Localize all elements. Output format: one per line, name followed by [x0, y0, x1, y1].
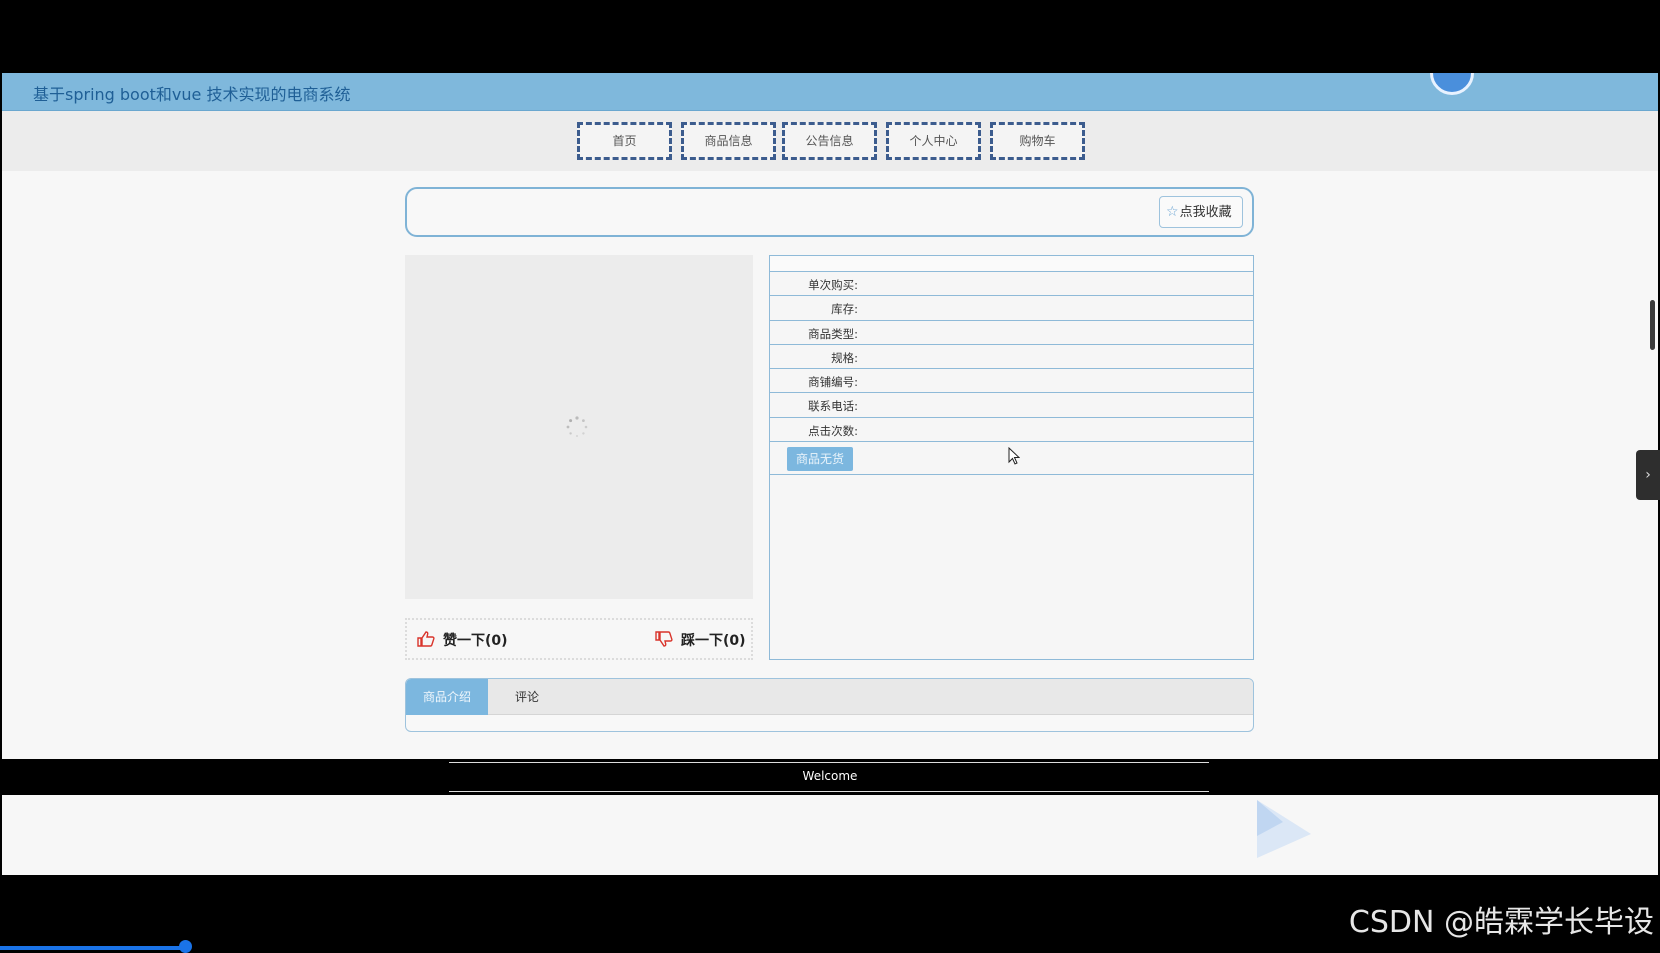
play-logo-icon [1257, 800, 1311, 858]
info-row-stock: 库存: [770, 296, 1253, 321]
field-label: 联系电话: [808, 399, 858, 414]
watermark: CSDN @皓霖学长毕设 [1348, 905, 1654, 940]
like-label: 赞一下(0) [443, 633, 508, 649]
footer-text: Welcome [802, 769, 858, 783]
info-row-purchase-limit: 单次购买: [770, 272, 1253, 297]
field-label: 商品类型: [808, 326, 858, 341]
field-label: 规格: [831, 350, 858, 365]
product-title-bar: ☆点我收藏 [405, 187, 1254, 237]
favorite-button[interactable]: ☆点我收藏 [1159, 196, 1243, 228]
product-image [405, 255, 753, 599]
field-label: 单次购买: [808, 278, 858, 292]
field-label: 库存: [831, 302, 858, 317]
nav-item-personal-center[interactable]: 个人中心 [886, 122, 981, 160]
info-table-header [770, 256, 1253, 272]
info-row-type: 商品类型: [770, 321, 1253, 345]
thumbs-up-icon [417, 631, 435, 647]
star-icon: ☆ [1166, 204, 1179, 220]
field-label: 商铺编号: [808, 375, 858, 390]
mouse-cursor-icon [1008, 447, 1020, 465]
like-button[interactable]: 赞一下(0) [417, 630, 508, 650]
top-header: 基于spring boot和vue 技术实现的电商系统 [2, 73, 1658, 111]
user-avatar[interactable] [1430, 73, 1474, 95]
app-window: 基于spring boot和vue 技术实现的电商系统 首页 商品信息 公告信息… [2, 73, 1658, 875]
loading-spinner-icon [566, 416, 588, 438]
thumbs-down-icon [655, 631, 673, 647]
nav-item-cart[interactable]: 购物车 [990, 122, 1085, 160]
video-progress-knob[interactable] [179, 940, 192, 953]
field-label: 点击次数: [808, 423, 858, 438]
product-info-table: 单次购买: 库存: 商品类型: 规格: 商铺编号: 联系电话: 点击次数: 商品… [769, 255, 1254, 660]
site-title: 基于spring boot和vue 技术实现的电商系统 [33, 85, 351, 104]
vote-panel: 赞一下(0) 踩一下(0) [405, 618, 753, 660]
info-row-clicks: 点击次数: [770, 418, 1253, 443]
nav-item-home[interactable]: 首页 [577, 122, 672, 160]
tab-product-intro[interactable]: 商品介绍 [406, 679, 488, 715]
favorite-label: 点我收藏 [1179, 205, 1232, 220]
tab-comments[interactable]: 评论 [502, 679, 552, 715]
detail-tabs: 商品介绍 评论 [405, 678, 1254, 732]
dislike-button[interactable]: 踩一下(0) [655, 630, 746, 650]
nav-item-products[interactable]: 商品信息 [681, 122, 776, 160]
side-expand-icon[interactable]: › [1636, 450, 1660, 500]
page-bottom [2, 795, 1658, 875]
dislike-label: 踩一下(0) [681, 633, 746, 649]
nav-item-announcements[interactable]: 公告信息 [782, 122, 877, 160]
footer: Welcome [2, 759, 1658, 795]
info-row-phone: 联系电话: [770, 393, 1253, 418]
main-nav: 首页 商品信息 公告信息 个人中心 购物车 [2, 111, 1658, 171]
out-of-stock-button[interactable]: 商品无货 [787, 447, 853, 472]
scroll-indicator[interactable] [1650, 300, 1655, 350]
info-actions: 商品无货 [770, 442, 1253, 476]
video-frame: 基于spring boot和vue 技术实现的电商系统 首页 商品信息 公告信息… [0, 0, 1660, 953]
info-row-shop-id: 商铺编号: [770, 369, 1253, 394]
video-progress-bar[interactable] [0, 946, 185, 950]
footer-divider [449, 762, 1209, 763]
tabs-bar: 商品介绍 评论 [406, 679, 1253, 715]
info-row-spec: 规格: [770, 345, 1253, 370]
footer-divider [449, 791, 1209, 792]
